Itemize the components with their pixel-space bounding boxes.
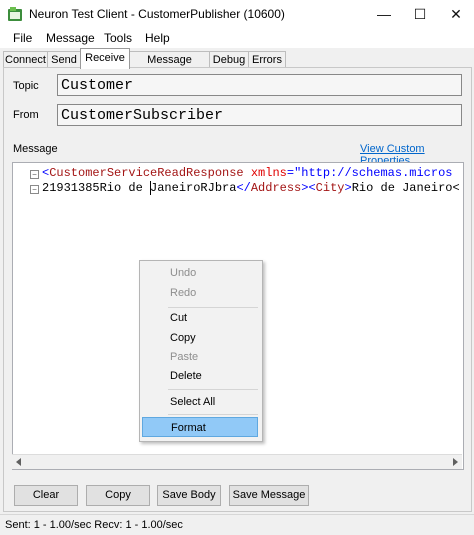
- message-label: Message: [13, 143, 58, 155]
- context-menu-select-all[interactable]: Select All: [142, 392, 258, 412]
- code-token: City: [315, 181, 345, 195]
- menu-file[interactable]: File: [13, 31, 32, 45]
- clear-button[interactable]: Clear: [14, 485, 78, 506]
- menu-message[interactable]: Message: [46, 31, 95, 45]
- tab-message-history[interactable]: Message History: [129, 51, 210, 82]
- horizontal-scrollbar[interactable]: [12, 454, 462, 469]
- code-token: =: [286, 166, 295, 180]
- from-label: From: [13, 109, 39, 121]
- status-text: Sent: 1 - 1.00/sec Recv: 1 - 1.00/sec: [5, 519, 183, 531]
- code-token: </: [236, 181, 251, 195]
- copy-button[interactable]: Copy: [86, 485, 150, 506]
- topic-label: Topic: [13, 80, 39, 92]
- topic-field[interactable]: Customer: [57, 74, 462, 96]
- minimize-button[interactable]: —: [366, 0, 402, 28]
- menu-tools[interactable]: Tools: [104, 31, 132, 45]
- code-token: Address: [250, 181, 302, 195]
- code-token: xmlns: [243, 166, 287, 180]
- context-menu-paste[interactable]: Paste: [142, 347, 258, 367]
- fold-toggle-icon[interactable]: −: [30, 185, 39, 194]
- code-line-1: <CustomerServiceReadResponse xmlns="http…: [42, 166, 453, 180]
- menu-help[interactable]: Help: [145, 31, 170, 45]
- tab-strip: Connect Send Receive Message History Deb…: [0, 48, 474, 82]
- context-menu-copy[interactable]: Copy: [142, 328, 258, 348]
- save-message-button[interactable]: Save Message: [229, 485, 309, 506]
- context-menu-redo[interactable]: Redo: [142, 283, 258, 303]
- close-button[interactable]: ✕: [438, 0, 474, 28]
- tab-send[interactable]: Send: [47, 51, 81, 68]
- tab-errors[interactable]: Errors: [248, 51, 286, 68]
- fold-toggle-icon[interactable]: −: [30, 170, 39, 179]
- context-menu-delete[interactable]: Delete: [142, 366, 258, 386]
- code-token: Rio de Janeiro<: [351, 181, 460, 195]
- title-bar: Neuron Test Client - CustomerPublisher (…: [0, 0, 474, 28]
- code-line-2: 21931385Rio de JaneiroRJbra</Address><Ci…: [42, 181, 460, 195]
- context-menu-cut[interactable]: Cut: [142, 308, 258, 328]
- status-bar: Sent: 1 - 1.00/sec Recv: 1 - 1.00/sec: [0, 514, 474, 535]
- context-menu-undo[interactable]: Undo: [142, 263, 258, 283]
- context-menu: Undo Redo Cut Copy Paste Delete Select A…: [139, 260, 263, 442]
- code-token: >: [344, 181, 352, 195]
- save-body-button[interactable]: Save Body: [157, 485, 221, 506]
- scroll-right-arrow-icon[interactable]: [451, 458, 459, 466]
- window-title: Neuron Test Client - CustomerPublisher (…: [29, 7, 285, 21]
- scroll-left-arrow-icon[interactable]: [15, 458, 23, 466]
- menu-bar: File Message Tools Help: [0, 28, 474, 48]
- code-token: ><: [301, 181, 316, 195]
- code-token: CustomerServiceReadResponse: [49, 166, 244, 180]
- from-field[interactable]: CustomerSubscriber: [57, 104, 462, 126]
- maximize-button[interactable]: ☐: [402, 0, 438, 28]
- code-token: 21931385Rio de JaneiroRJbra: [42, 181, 237, 195]
- neuron-app-icon: [8, 7, 22, 21]
- text-caret: [150, 181, 151, 195]
- tab-receive[interactable]: Receive: [80, 48, 130, 69]
- context-menu-separator: [168, 414, 258, 415]
- context-menu-format[interactable]: Format: [142, 417, 258, 437]
- code-token: "http://schemas.micros: [294, 166, 453, 180]
- tab-debug[interactable]: Debug: [209, 51, 249, 68]
- context-menu-separator: [168, 389, 258, 390]
- tab-connect[interactable]: Connect: [3, 51, 48, 68]
